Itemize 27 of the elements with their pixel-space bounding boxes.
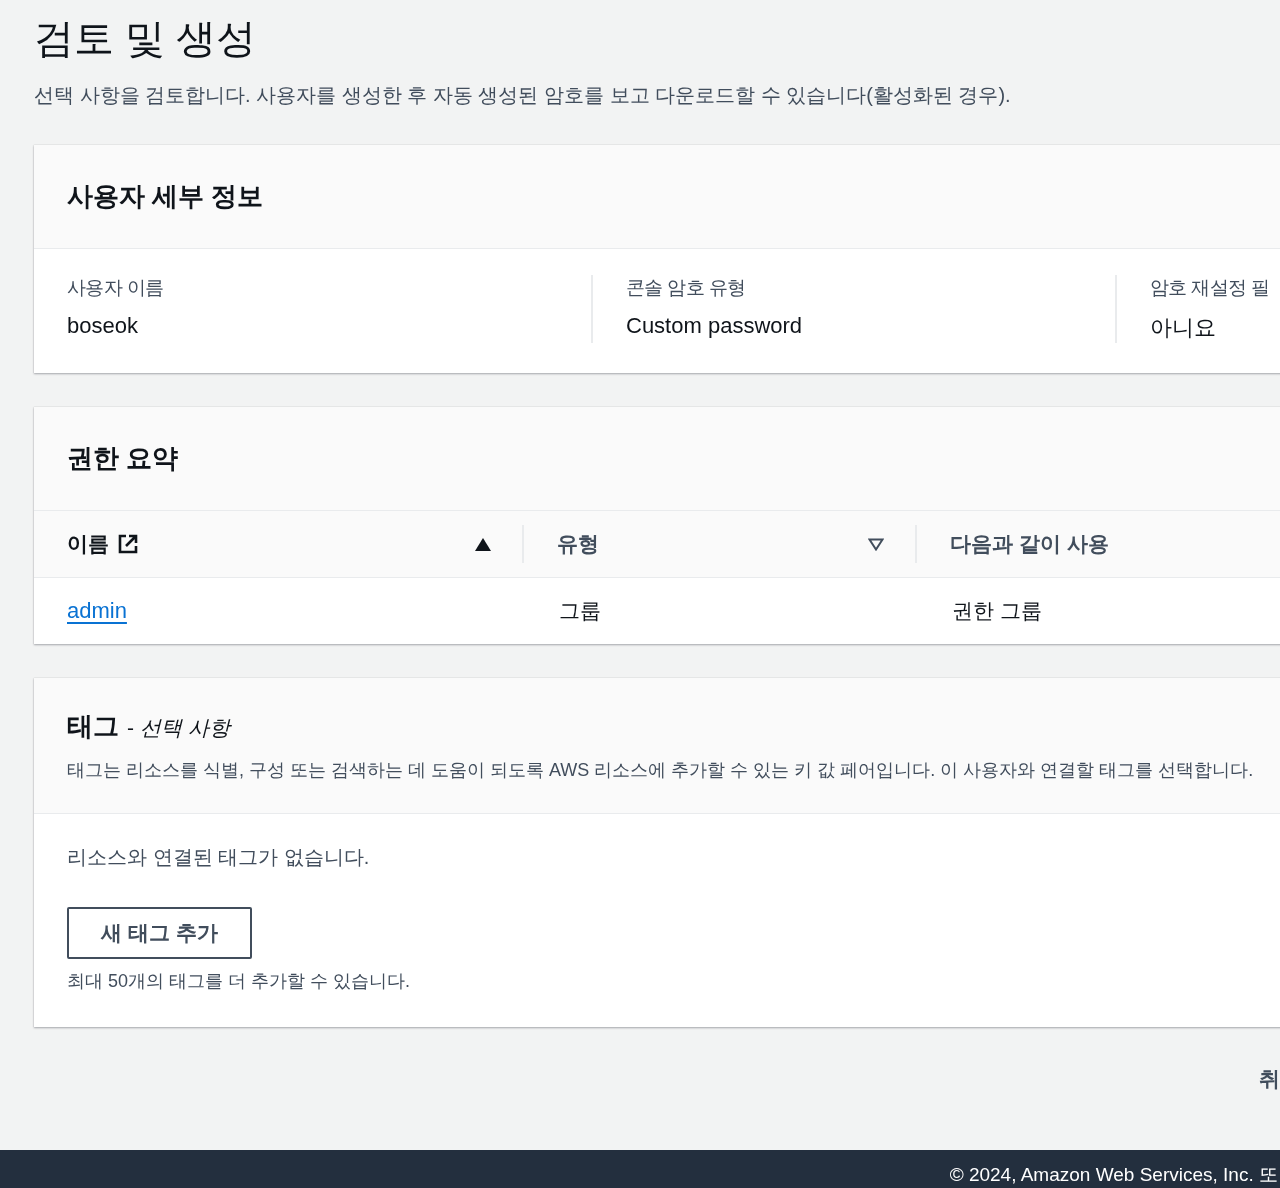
page-title: 검토 및 생성: [34, 15, 258, 62]
column-header[interactable]: 이름: [67, 530, 109, 558]
add-tag-button[interactable]: 새 태그 추가: [67, 907, 252, 959]
section-heading: 사용자 세부 정보: [67, 180, 264, 213]
field-value: Custom password: [626, 313, 804, 339]
table-cell-text: 그룹: [559, 598, 601, 624]
sort-icon[interactable]: [868, 537, 884, 551]
cancel-button[interactable]: 취: [1259, 1065, 1280, 1093]
page-description: 선택 사항을 검토합니다. 사용자를 생성한 후 자동 생성된 암호를 보고 다운로드할 수 있습니다(활성화된 경우).: [34, 83, 1012, 108]
field-label: 암호 재설정 필: [1150, 276, 1271, 300]
field-label: 사용자 이름: [67, 276, 165, 300]
group-link[interactable]: admin: [67, 598, 127, 624]
sort-ascending-icon[interactable]: [475, 537, 491, 551]
limit-note: 최대 50개의 태그를 더 추가할 수 있습니다.: [67, 970, 411, 993]
section-heading: 권한 요약: [67, 442, 179, 475]
field-label: 콘솔 암호 유형: [626, 276, 747, 300]
field-value: boseok: [67, 313, 139, 339]
external-link-icon[interactable]: [117, 533, 139, 555]
section-heading: 태그: [67, 710, 119, 743]
copyright-text: © 2024, Amazon Web Services, Inc. 또: [949, 1163, 1278, 1187]
section-description: 태그는 리소스를 식별, 구성 또는 검색하는 데 도움이 되도록 AWS 리소스에 추가할 수 있는 키 값 페어입니다. 이 사용자와 연결할 태그를 선택합니다.: [67, 759, 1254, 782]
optional-label: - 선택 사항: [127, 715, 230, 741]
table-cell-text: 권한 그룹: [952, 598, 1042, 624]
empty-message: 리소스와 연결된 태그가 없습니다.: [67, 845, 370, 870]
column-header[interactable]: 유형: [557, 530, 599, 558]
field-value: 아니요: [1150, 314, 1217, 342]
column-header[interactable]: 다음과 같이 사용: [950, 530, 1109, 558]
